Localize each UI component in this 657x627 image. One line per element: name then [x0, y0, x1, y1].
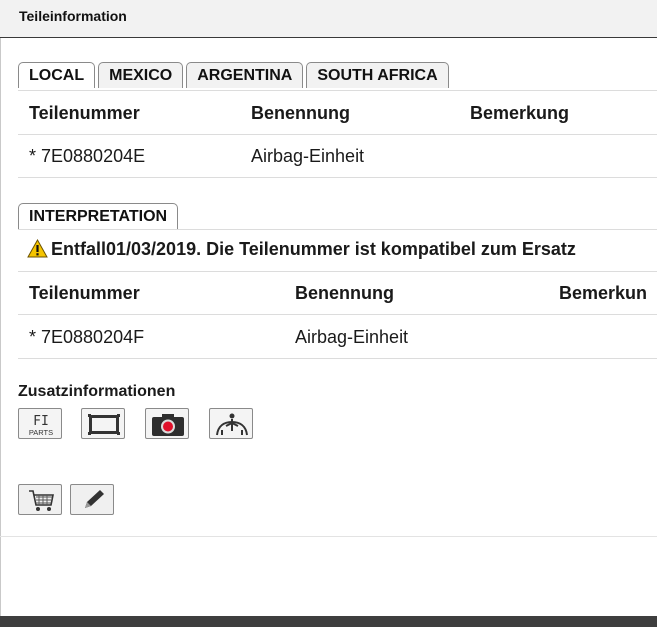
part-name: Airbag-Einheit [251, 146, 365, 166]
col-name: Benennung [295, 283, 394, 303]
cart-icon [29, 490, 54, 511]
vehicle-seat-icon [216, 413, 248, 436]
left-border [0, 38, 1, 616]
interpretation-tabs: INTERPRETATION [18, 203, 181, 229]
edit-button[interactable] [70, 484, 114, 515]
col-part-number: Teilenummer [29, 103, 140, 123]
tab-interpretation[interactable]: INTERPRETATION [18, 203, 179, 229]
local-table-header: Teilenummer Benennung Bemerkung [18, 90, 657, 135]
market-tabs: LOCAL MEXICO ARGENTINA SOUTH AFRICA [18, 62, 452, 88]
table-row[interactable]: * 7E0880204F Airbag-Einheit [18, 315, 657, 359]
frame-button[interactable] [81, 408, 125, 439]
camera-icon [152, 414, 184, 436]
warning-icon [27, 238, 48, 258]
camera-button[interactable] [145, 408, 189, 439]
part-number: * 7E0880204F [29, 327, 145, 347]
tab-mexico[interactable]: MEXICO [98, 62, 184, 88]
tab-south-africa[interactable]: SOUTH AFRICA [306, 62, 449, 88]
additional-info-title: Zusatzinformationen [18, 383, 176, 400]
window-titlebar: Teileinformation [0, 0, 657, 38]
col-name: Benennung [251, 103, 350, 123]
tab-local[interactable]: LOCAL [18, 62, 96, 88]
fi-parts-button[interactable]: FI PARTS [18, 408, 62, 439]
col-part-number: Teilenummer [29, 283, 140, 303]
fi-parts-icon: FI PARTS [29, 414, 53, 437]
window-title: Teileinformation [19, 8, 127, 24]
pencil-icon [85, 490, 104, 508]
part-name: Airbag-Einheit [295, 327, 409, 347]
section-divider [0, 536, 657, 537]
parts-label: PARTS [29, 428, 53, 437]
table-row[interactable]: * 7E0880204E Airbag-Einheit [18, 134, 657, 178]
col-remark: Bemerkung [470, 103, 570, 123]
bottom-bar [0, 616, 657, 627]
warning-message: Entfall01/03/2019. Die Teilenummer ist k… [27, 238, 576, 260]
fi-label: FI [33, 414, 49, 429]
part-number: * 7E0880204E [29, 146, 146, 166]
vehicle-seat-button[interactable] [209, 408, 253, 439]
frame-icon [88, 414, 120, 435]
add-to-cart-button[interactable] [18, 484, 62, 515]
warning-text: Entfall01/03/2019. Die Teilenummer ist k… [51, 239, 576, 259]
col-remark: Bemerkun [559, 283, 648, 303]
tab-argentina[interactable]: ARGENTINA [186, 62, 304, 88]
interpretation-table-header: Teilenummer Benennung Bemerkun [18, 271, 657, 315]
